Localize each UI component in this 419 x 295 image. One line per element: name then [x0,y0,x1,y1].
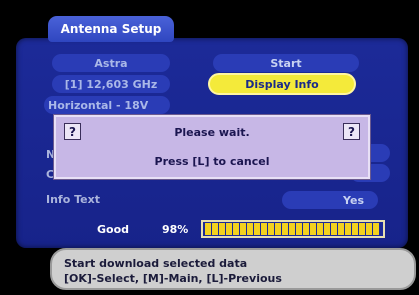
signal-percent-label: 98% [162,223,189,236]
signal-segment [233,223,239,235]
signal-segment [317,223,323,235]
signal-segment [254,223,260,235]
signal-segment [268,223,274,235]
signal-segment [261,223,267,235]
signal-segment [359,223,365,235]
tv-screen: Antenna Setup Astra [1] 12,603 GHz Horiz… [0,0,419,295]
signal-segment [282,223,288,235]
satellite-selector[interactable]: Astra [52,54,170,72]
window-title: Antenna Setup [48,16,174,42]
display-info-label: Display Info [245,77,319,91]
signal-segment [240,223,246,235]
signal-segment [373,223,379,235]
signal-segment [226,223,232,235]
polarization-selector[interactable]: Horizontal - 18V [44,96,170,114]
display-info-button[interactable]: Display Info [208,73,356,95]
status-help-bar: Start download selected data [OK]-Select… [50,248,416,290]
signal-segment [219,223,225,235]
signal-strength-bar [201,220,385,238]
signal-segment [289,223,295,235]
please-wait-dialog: ? ? Please wait. Press [L] to cancel [54,115,370,179]
start-button-label: Start [270,56,302,70]
info-text-value-selector[interactable]: Yes [282,191,378,209]
signal-segment [212,223,218,235]
status-message: Start download selected data [64,257,248,270]
signal-segment [296,223,302,235]
signal-segment [352,223,358,235]
signal-segment [345,223,351,235]
info-text-value: Yes [343,193,364,207]
hidden-row-2-label: C [46,168,55,181]
signal-segment [331,223,337,235]
frequency-label: [1] 12,603 GHz [64,77,158,91]
signal-segment [205,223,211,235]
satellite-label: Astra [94,56,128,70]
signal-segment [366,223,372,235]
signal-segment [324,223,330,235]
signal-segment [338,223,344,235]
signal-segment [275,223,281,235]
signal-segment [310,223,316,235]
frequency-selector[interactable]: [1] 12,603 GHz [52,75,170,93]
signal-segment [247,223,253,235]
polarization-label: Horizontal - 18V [48,98,149,112]
signal-segment [303,223,309,235]
dialog-cancel-hint: Press [L] to cancel [154,155,270,168]
dialog-message: Please wait. [174,126,250,139]
start-button[interactable]: Start [213,54,359,72]
signal-quality-label: Good [97,223,130,236]
info-text-label: Info Text [46,193,100,206]
status-key-hints: [OK]-Select, [M]-Main, [L]-Previous [64,272,282,285]
